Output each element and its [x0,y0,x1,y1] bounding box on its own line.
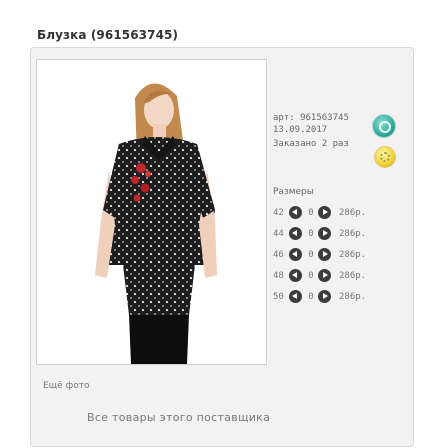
size-row: 50 0 286р. [273,286,366,307]
quantity-value: 0 [308,291,314,302]
teal-status-icon [372,114,396,138]
size-row: 46 0 286р. [273,244,366,265]
size-row: 48 0 286р. [273,265,366,286]
product-photo[interactable] [36,59,267,365]
increase-icon[interactable] [318,227,331,240]
increase-icon[interactable] [318,248,331,261]
size-price: 286р. [339,291,367,302]
quantity-value: 0 [308,228,314,239]
size-price: 286р. [339,249,367,260]
size-row: 44 0 286р. [273,223,366,244]
size-price: 286р. [339,270,367,281]
size-label: 44 [273,228,284,239]
product-info: арт: 961563745 13.09.2017 Заказано 2 раз [273,112,349,150]
sizes-list: 42 0 286р. 44 0 286р. 46 0 286р. 48 0 28… [273,202,366,307]
size-row: 42 0 286р. [273,202,366,223]
yellow-status-icon [374,146,396,168]
increase-icon[interactable] [318,290,331,303]
size-label: 50 [273,291,284,302]
decrease-icon[interactable] [289,290,302,303]
quantity-value: 0 [308,207,314,218]
quantity-value: 0 [308,270,314,281]
all-supplier-goods-link[interactable]: Все товары этого поставщика [87,411,270,424]
decrease-icon[interactable] [289,206,302,219]
page-title: Блузка (961563745) [37,28,179,42]
size-label: 42 [273,207,284,218]
order-count: Заказано 2 раз [273,139,349,149]
size-price: 286р. [339,228,367,239]
product-date: 13.09.2017 [273,125,328,135]
increase-icon[interactable] [318,206,331,219]
quantity-value: 0 [308,249,314,260]
decrease-icon[interactable] [289,227,302,240]
more-photos-link[interactable]: Ещё фото [43,381,90,391]
decrease-icon[interactable] [289,248,302,261]
article-number: арт: 961563745 [273,113,349,123]
increase-icon[interactable] [318,269,331,282]
size-price: 286р. [339,207,367,218]
size-label: 48 [273,270,284,281]
size-label: 46 [273,249,284,260]
decrease-icon[interactable] [289,269,302,282]
sizes-heading: Размеры [273,187,314,197]
